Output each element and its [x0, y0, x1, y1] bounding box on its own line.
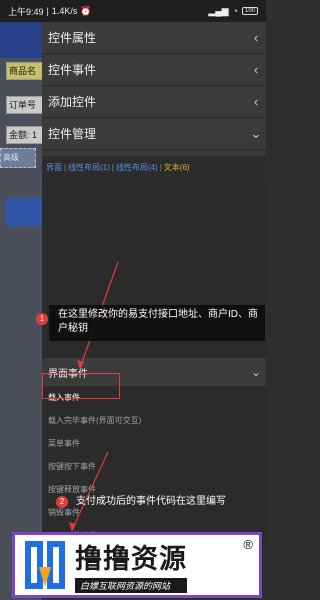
bg-tag: 高级	[0, 148, 36, 168]
section-label: 控件管理	[48, 127, 97, 141]
breadcrumb-item[interactable]: 线性布局(1)	[68, 162, 110, 173]
bg-field-amount: 金额: 1	[6, 126, 42, 144]
alarm-icon: ⏰	[80, 5, 92, 16]
chevron-left-icon: ‹	[253, 30, 259, 45]
annotation-number-badge: 1	[36, 313, 48, 325]
section-control-events[interactable]: 控件事件 ‹	[42, 54, 266, 86]
section-label: 添加控件	[48, 95, 97, 109]
annotation-note-2: 支付成功后的事件代码在这里编写	[76, 496, 226, 507]
annotation-note-1: 在这里修改你的易支付接口地址、商户ID、商户秘钥	[58, 309, 258, 334]
status-speed: 1.4K/s	[51, 6, 78, 16]
background-header	[0, 22, 42, 58]
section-label: 控件属性	[48, 31, 97, 45]
watermark-title: 撸撸资源	[75, 544, 187, 575]
section-label: 控件事件	[48, 63, 97, 77]
breadcrumb: 界面 | 线性布局(1) | 线性布局(4) | 文本(6)	[42, 156, 266, 178]
breadcrumb-item[interactable]: 线性布局(4)	[116, 162, 158, 173]
watermark-banner: 撸撸资源 白嫖互联网资源的网站 ®	[12, 532, 262, 598]
chevron-down-icon: ⌄	[250, 125, 262, 141]
watermark-logo-icon	[25, 541, 65, 589]
breadcrumb-separator: |	[64, 162, 67, 172]
registered-mark: ®	[243, 537, 253, 552]
breadcrumb-item[interactable]: 界面	[46, 162, 62, 173]
annotation-number-badge: 2	[56, 496, 68, 508]
event-item-load-complete[interactable]: 载入完毕事件(界面可交互)	[42, 409, 266, 432]
event-item-key-down[interactable]: 按键按下事件	[42, 455, 266, 478]
breadcrumb-current[interactable]: 文本(6)	[164, 162, 190, 173]
status-bar: 上午9:49 | 1.4K/s ⏰ ▂▄▆ ◔ 100	[0, 0, 266, 22]
section-control-management[interactable]: 控件管理 ⌄	[42, 118, 266, 150]
highlight-box	[42, 373, 120, 399]
section-control-properties[interactable]: 控件属性 ‹	[42, 22, 266, 54]
breadcrumb-separator: |	[159, 162, 162, 172]
event-item-menu[interactable]: 菜单事件	[42, 432, 266, 455]
signal-icon: ▂▄▆	[208, 5, 229, 16]
wifi-icon: ◔	[232, 6, 238, 16]
chevron-down-icon: ⌄	[250, 365, 262, 379]
chevron-left-icon: ‹	[253, 62, 259, 77]
chevron-left-icon: ‹	[253, 94, 259, 109]
section-add-control[interactable]: 添加控件 ‹	[42, 86, 266, 118]
control-panel: 控件属性 ‹ 控件事件 ‹ 添加控件 ‹ 控件管理 ⌄ 界面 | 线性布局(1)…	[42, 22, 266, 547]
bg-field-order: 订单号	[6, 96, 42, 114]
watermark-subtitle: 白嫖互联网资源的网站	[75, 578, 187, 593]
bg-field-product: 商品名	[6, 62, 42, 80]
background-app: 商品名 订单号 金额: 1 高级	[0, 22, 42, 600]
bg-button	[6, 198, 42, 226]
breadcrumb-separator: |	[111, 162, 114, 172]
status-time: 上午9:49	[8, 6, 44, 17]
battery-icon: 100	[242, 7, 258, 15]
